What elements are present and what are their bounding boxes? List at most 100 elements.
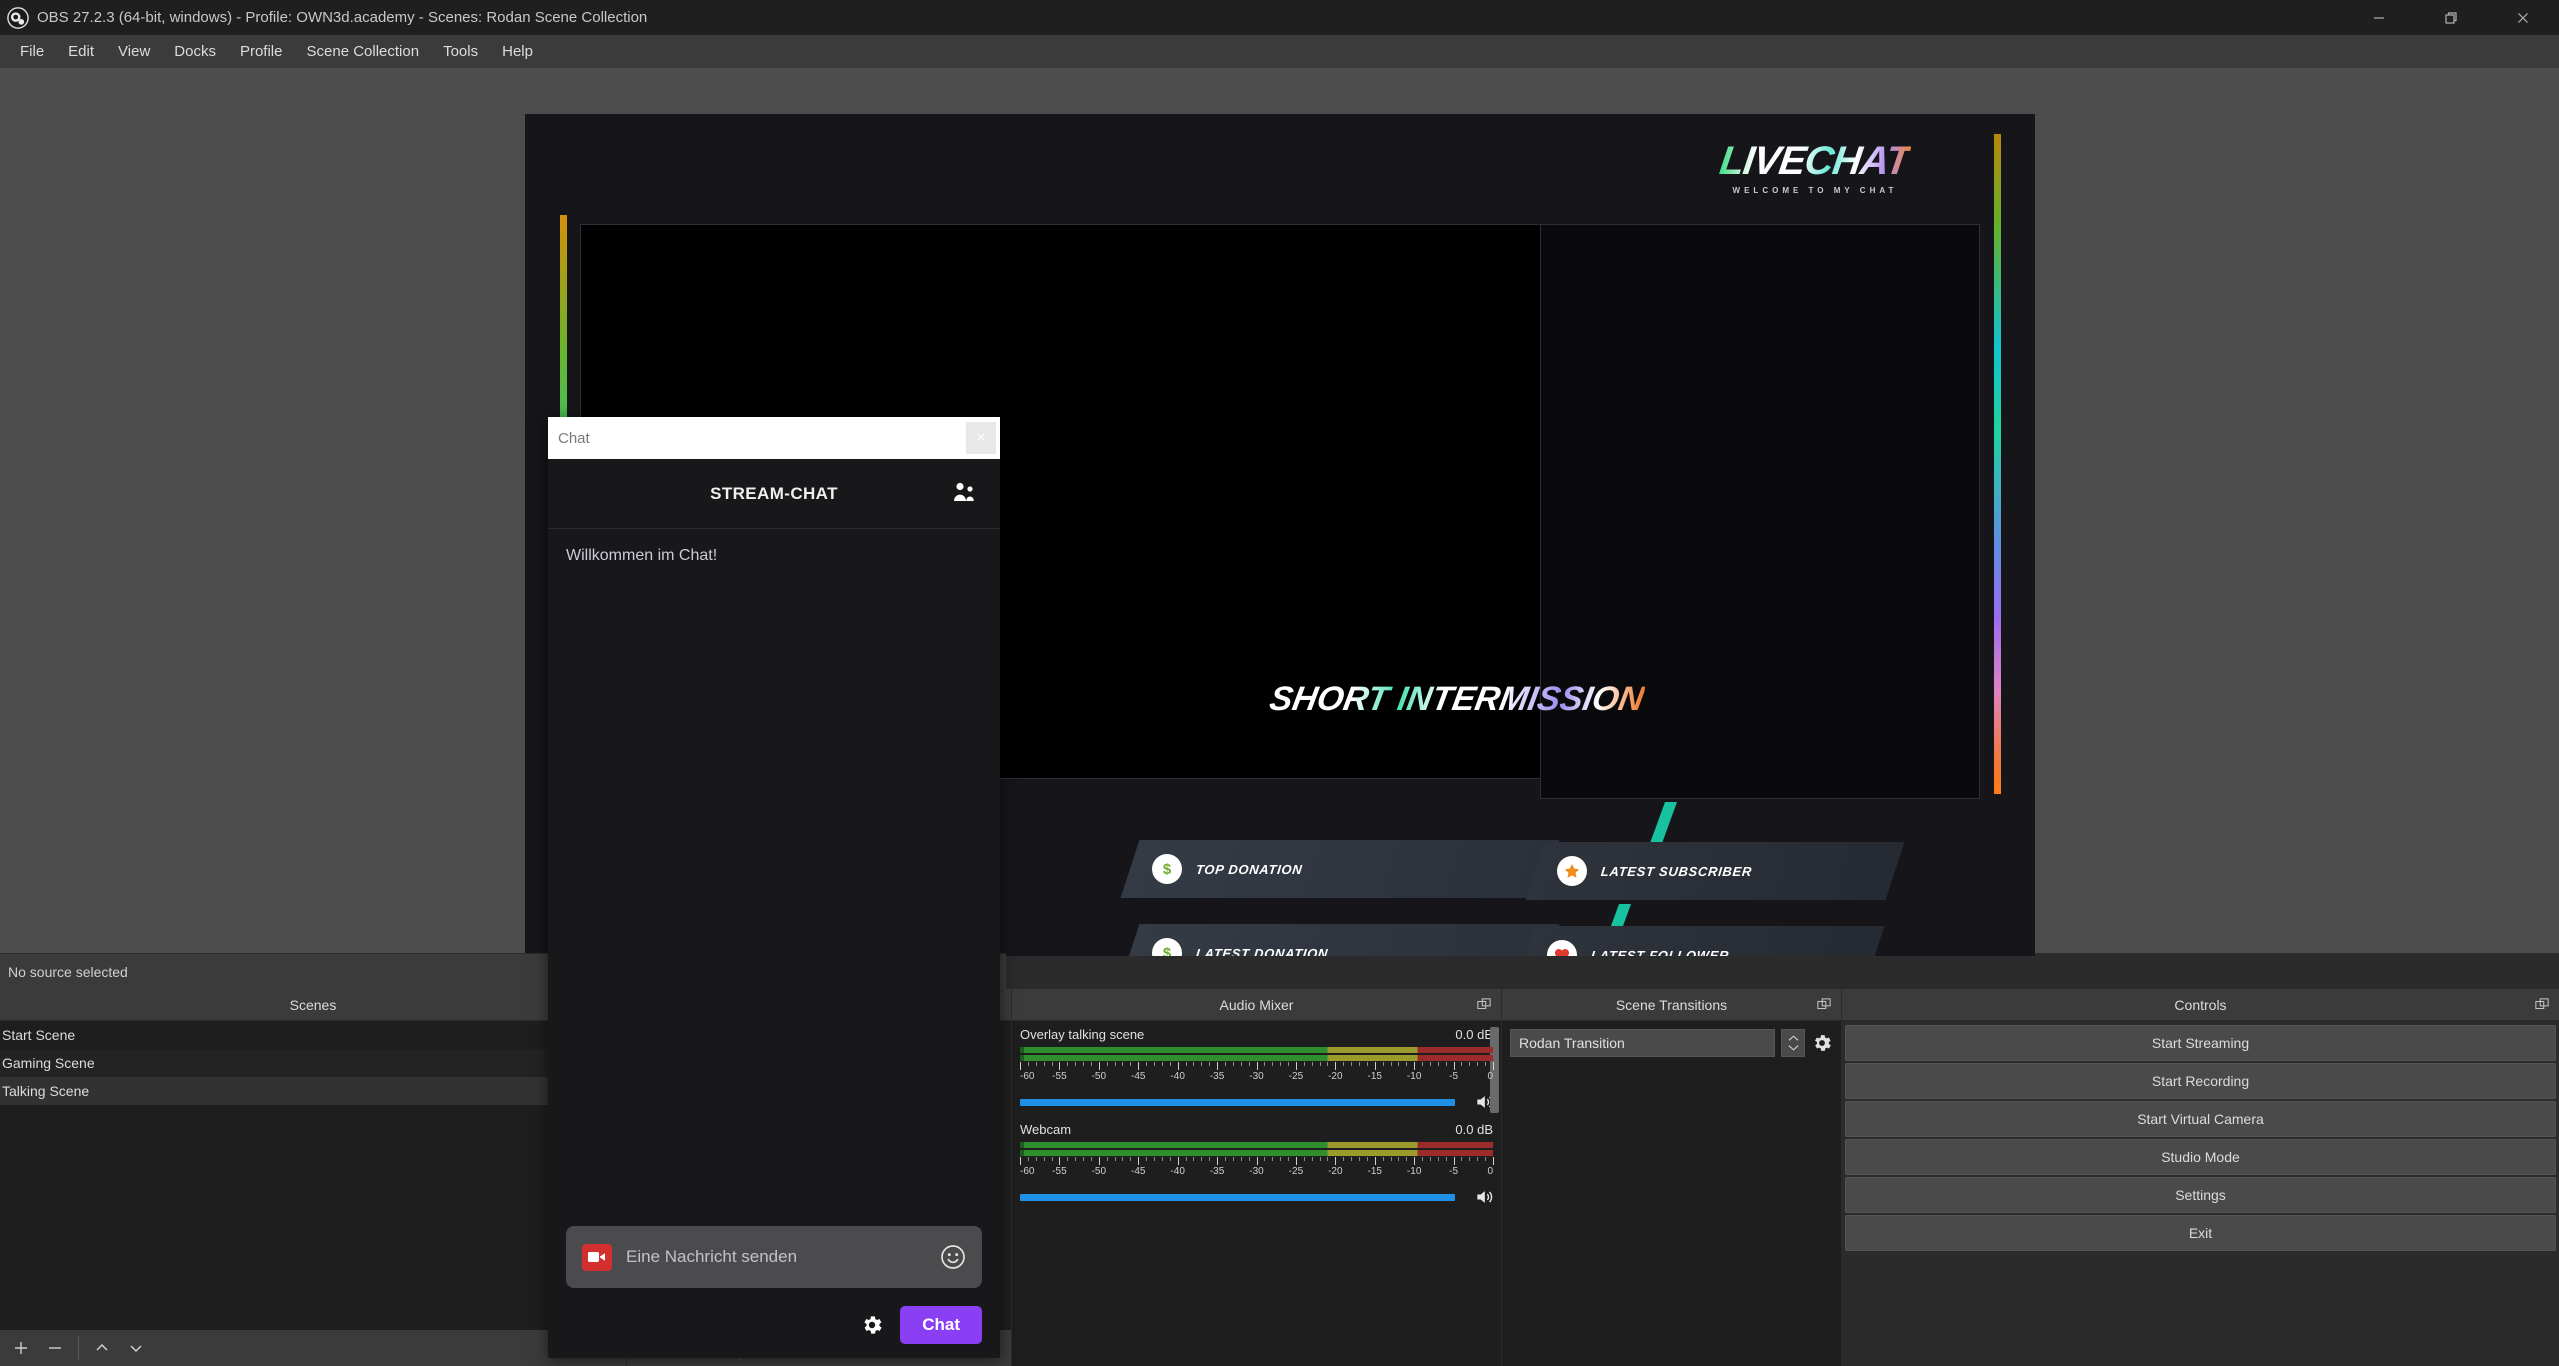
meter-tick-label: -5	[1449, 1071, 1459, 1082]
meter-bar-right	[1020, 1055, 1493, 1061]
meter-tick-label: -25	[1288, 1166, 1304, 1177]
exit-button[interactable]: Exit	[1845, 1215, 2556, 1251]
menu-help[interactable]: Help	[490, 38, 545, 65]
add-scene-icon[interactable]	[4, 1333, 38, 1363]
menu-file[interactable]: File	[8, 38, 56, 65]
chat-message-list: Willkommen im Chat!	[548, 529, 1000, 1226]
stat-label: TOP DONATION	[1195, 861, 1304, 877]
stat-panel-latest-subscriber: LATEST SUBSCRIBER	[1525, 842, 1905, 900]
settings-button[interactable]: Settings	[1845, 1177, 2556, 1213]
scene-item-talking-scene[interactable]: Talking Scene	[0, 1077, 626, 1105]
mixer-channel-webcam: Webcam 0.0 dB -60 -55 -50 -45 -40 -35 -30 -25 -2…	[1012, 1116, 1501, 1211]
mixer-dock-title-label: Audio Mixer	[1219, 996, 1294, 1013]
move-scene-down-icon[interactable]	[119, 1333, 153, 1363]
stat-label: LATEST SUBSCRIBER	[1600, 863, 1753, 879]
obs-logo-icon	[7, 6, 29, 29]
meter-tick-label: -25	[1288, 1071, 1304, 1082]
stat-panel-latest-donation: $ LATEST DONATION	[1120, 924, 1560, 957]
start-recording-button[interactable]: Start Recording	[1845, 1063, 2556, 1099]
scenes-dock: Scenes Start Scene Gaming Scene Talking …	[0, 989, 626, 1366]
scene-item-start-scene[interactable]: Start Scene	[0, 1021, 626, 1049]
float-dock-icon[interactable]	[2535, 998, 2549, 1015]
meter-tick-label: -5	[1449, 1166, 1459, 1177]
svg-text:$: $	[1163, 945, 1172, 956]
channel-name: Webcam	[1020, 1122, 1072, 1137]
meter-scale-labels: -60 -55 -50 -45 -40 -35 -30 -25 -20 -15 -10 -5 0	[1020, 1071, 1493, 1084]
start-virtual-camera-button[interactable]: Start Virtual Camera	[1845, 1101, 2556, 1137]
menu-view[interactable]: View	[106, 38, 162, 65]
scenes-dock-title: Scenes	[0, 989, 626, 1021]
people-icon[interactable]	[952, 481, 976, 508]
menu-scene-collection[interactable]: Scene Collection	[295, 38, 432, 65]
chat-send-button[interactable]: Chat	[900, 1306, 982, 1344]
restore-button[interactable]	[2415, 0, 2487, 35]
chat-dock-titlebar[interactable]: Chat ×	[548, 417, 1000, 459]
meter-tick-label: -20	[1328, 1071, 1343, 1082]
controls-body: Start Streaming Start Recording Start Vi…	[1842, 1021, 2559, 1366]
meter-tick-label: 0	[1487, 1071, 1493, 1082]
menu-profile[interactable]: Profile	[228, 38, 295, 65]
stat-label: LATEST DONATION	[1195, 945, 1329, 957]
meter-tick-label: -50	[1091, 1166, 1107, 1177]
meter-tick-label: 0	[1487, 1166, 1493, 1177]
stat-panel-latest-follower: LATEST FOLLOWER	[1515, 926, 1885, 956]
remove-scene-icon[interactable]	[38, 1333, 72, 1363]
float-dock-icon[interactable]	[1477, 998, 1491, 1015]
transition-gear-icon[interactable]	[1811, 1032, 1833, 1054]
meter-tick-label: -15	[1367, 1166, 1382, 1177]
studio-mode-button[interactable]: Studio Mode	[1845, 1139, 2556, 1175]
audio-mixer-dock: Audio Mixer Overlay talking scene 0.0 dB	[1011, 989, 1501, 1366]
meter-scale-labels: -60 -55 -50 -45 -40 -35 -30 -25 -20 -15 -10 -5 0	[1020, 1166, 1493, 1179]
meter-tick-label: -10	[1406, 1166, 1422, 1177]
mixer-channel-overlay-talking-scene: Overlay talking scene 0.0 dB -60 -55 -50 -4…	[1012, 1021, 1501, 1116]
volume-slider[interactable]	[1020, 1193, 1456, 1201]
float-dock-icon[interactable]	[1817, 998, 1831, 1015]
menu-edit[interactable]: Edit	[56, 38, 106, 65]
close-button[interactable]	[2487, 0, 2559, 35]
chat-input-placeholder: Eine Nachricht senden	[626, 1247, 798, 1266]
chat-input[interactable]: Eine Nachricht senden	[566, 1226, 982, 1288]
svg-text:$: $	[1163, 861, 1172, 878]
preview-region: LIVECHAT WELCOME TO MY CHAT SHORT INTERM…	[0, 68, 2559, 957]
speaker-icon[interactable]	[1473, 1187, 1495, 1207]
transition-select[interactable]: Rodan Transition	[1510, 1029, 1775, 1057]
transition-spinner[interactable]	[1781, 1029, 1805, 1057]
scene-transitions-dock: Scene Transitions Rodan Transition	[1501, 989, 1841, 1366]
meter-tick-label: -60	[1020, 1071, 1035, 1082]
move-scene-up-icon[interactable]	[85, 1333, 119, 1363]
start-streaming-button[interactable]: Start Streaming	[1845, 1025, 2556, 1061]
volume-slider[interactable]	[1020, 1098, 1456, 1106]
meter-tick-label: -55	[1052, 1166, 1067, 1177]
channel-name: Overlay talking scene	[1020, 1027, 1145, 1042]
chat-dock: Chat × STREAM-CHAT Willkommen im Chat! E…	[548, 417, 1000, 1358]
meter-tick-label: -15	[1367, 1071, 1382, 1082]
meter-tick-label: -40	[1170, 1166, 1185, 1177]
chat-dock-close-button[interactable]: ×	[966, 422, 996, 454]
mixer-dock-title: Audio Mixer	[1012, 989, 1501, 1021]
meter-tick-label: -30	[1249, 1071, 1264, 1082]
meter-tick-label: -35	[1209, 1166, 1225, 1177]
scenes-list[interactable]: Start Scene Gaming Scene Talking Scene	[0, 1021, 626, 1330]
chat-header-label: STREAM-CHAT	[710, 483, 838, 503]
scene-label: Gaming Scene	[2, 1055, 95, 1071]
livechat-subtitle: WELCOME TO MY CHAT	[1732, 185, 1898, 195]
video-camera-icon[interactable]	[582, 1243, 612, 1271]
smiley-icon[interactable]	[940, 1244, 966, 1270]
channel-db: 0.0 dB	[1455, 1122, 1493, 1137]
meter-tick-label: -30	[1249, 1166, 1264, 1177]
transition-selected-label: Rodan Transition	[1519, 1035, 1625, 1051]
menu-tools[interactable]: Tools	[431, 38, 490, 65]
scene-item-gaming-scene[interactable]: Gaming Scene	[0, 1049, 626, 1077]
channel-controls	[1020, 1092, 1493, 1112]
menu-docks[interactable]: Docks	[162, 38, 228, 65]
chat-actions: Chat	[566, 1306, 982, 1344]
meter-tick-label: -10	[1406, 1071, 1422, 1082]
meter-ticks	[1020, 1062, 1494, 1071]
mixer-channels: Overlay talking scene 0.0 dB -60 -55 -50 -4…	[1012, 1021, 1501, 1366]
meter-tick-label: -55	[1052, 1071, 1067, 1082]
dollar-icon: $	[1152, 938, 1182, 956]
meter-tick-label: -40	[1170, 1071, 1185, 1082]
chat-settings-gear-icon[interactable]	[860, 1313, 884, 1337]
minimize-button[interactable]	[2343, 0, 2415, 35]
chat-dock-title-label: Chat	[558, 429, 590, 447]
